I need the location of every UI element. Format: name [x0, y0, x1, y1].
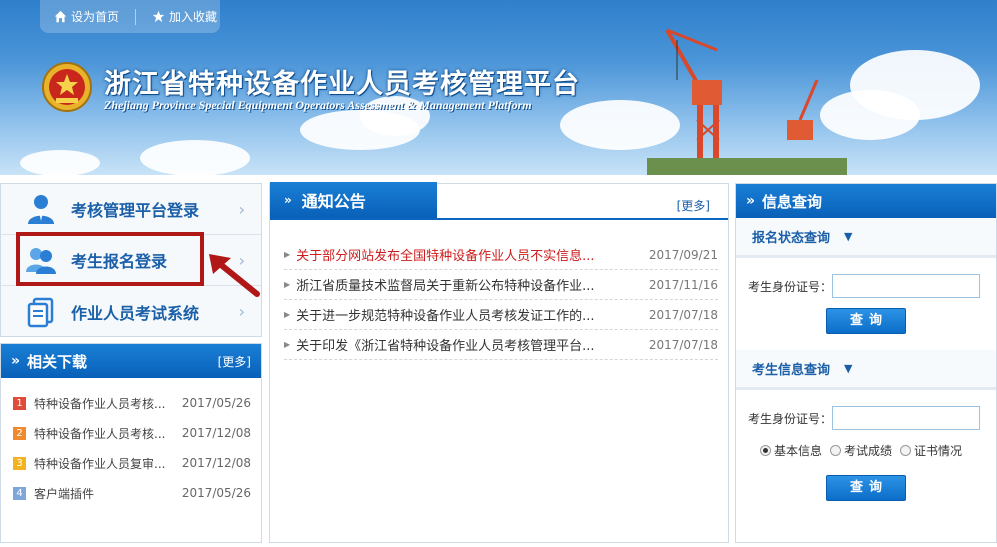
notice-date: 2017/11/16 [648, 277, 718, 292]
radio-label: 考试成绩 [844, 444, 893, 458]
signup-id-label: 考生身份证号： [748, 279, 833, 294]
notices-panel: » 通知公告 [更多] ▶ 关于部分网站发布全国特种设备作业人员不实信息... … [269, 182, 729, 543]
signup-id-row: 考生身份证号： [736, 274, 996, 298]
admin-login-label: 考核管理平台登录 [71, 201, 200, 220]
candidate-info-header[interactable]: 考生信息查询 ▼ [736, 350, 996, 390]
notice-title: 关于进一步规范特种设备作业人员考核发证工作的... [296, 309, 595, 324]
downloads-header: » 相关下载 [更多] [1, 344, 261, 378]
star-icon [152, 10, 165, 23]
info-type-radio-group: 基本信息 考试成绩 证书情况 [736, 442, 996, 459]
list-item[interactable]: 2 特种设备作业人员考核... 2017/12/08 [1, 418, 261, 448]
radio-label: 证书情况 [914, 444, 963, 458]
download-date: 2017/12/08 [181, 426, 251, 440]
rank-badge: 4 [13, 486, 26, 500]
candidate-id-input[interactable] [832, 406, 980, 430]
site-title: 浙江省特种设备作业人员考核管理平台 [104, 69, 580, 100]
list-item[interactable]: 3 特种设备作业人员复审... 2017/12/08 [1, 448, 261, 478]
nav-divider [135, 8, 137, 25]
radio-selected-icon [760, 445, 771, 456]
downloads-panel: » 相关下载 [更多] 1 特种设备作业人员考核... 2017/05/26 2… [0, 343, 262, 543]
radio-certificate[interactable]: 证书情况 [900, 442, 962, 459]
notice-title: 关于印发《浙江省特种设备作业人员考核管理平台... [296, 339, 595, 354]
bookmark-link[interactable]: 加入收藏 [152, 8, 217, 25]
radio-basic-info[interactable]: 基本信息 [760, 442, 822, 459]
query-panel: » 信息查询 报名状态查询 ▼ 考生身份证号： 查询 考生信息查询 ▼ 考生身份… [735, 183, 997, 543]
site-subtitle: Zhejiang Province Special Equipment Oper… [104, 98, 532, 112]
candidate-info-title: 考生信息查询 [752, 363, 831, 378]
list-item[interactable]: 1 特种设备作业人员考核... 2017/05/26 [1, 388, 261, 418]
triangle-bullet-icon: ▶ [284, 280, 291, 289]
port-crane-illustration [647, 28, 847, 175]
national-emblem-logo [42, 62, 92, 112]
downloads-list: 1 特种设备作业人员考核... 2017/05/26 2 特种设备作业人员考核.… [1, 378, 261, 508]
radio-exam-score[interactable]: 考试成绩 [830, 442, 892, 459]
list-item[interactable]: ▶ 关于印发《浙江省特种设备作业人员考核管理平台... 2017/07/18 [284, 330, 718, 360]
header-banner: 设为首页 加入收藏 浙江省特种设备作业人员考核管理平台 Zhejiang Pro… [0, 0, 997, 175]
chevron-right-icon: › [238, 199, 245, 219]
home-icon [54, 10, 67, 23]
downloads-more-link[interactable]: [更多] [218, 353, 251, 370]
notices-list: ▶ 关于部分网站发布全国特种设备作业人员不实信息... 2017/09/21 ▶… [270, 220, 728, 360]
candidate-id-row: 考生身份证号： [736, 406, 996, 430]
set-home-label: 设为首页 [71, 10, 120, 24]
rank-badge: 3 [13, 456, 26, 470]
download-date: 2017/12/08 [181, 456, 251, 470]
signup-status-header[interactable]: 报名状态查询 ▼ [736, 218, 996, 258]
query-header: » 信息查询 [736, 184, 996, 218]
notice-date: 2017/07/18 [648, 307, 718, 322]
notices-more-link[interactable]: [更多] [677, 197, 710, 214]
download-title: 特种设备作业人员考核... [34, 396, 166, 411]
admin-login-button[interactable]: 考核管理平台登录 › [1, 184, 261, 235]
download-date: 2017/05/26 [181, 396, 251, 410]
notices-title: 通知公告 [301, 192, 366, 211]
chevron-down-icon: ▼ [844, 362, 853, 375]
rank-badge: 1 [13, 396, 26, 410]
triangle-bullet-icon: ▶ [284, 250, 291, 259]
annotation-arrow-icon [209, 254, 260, 297]
candidate-query-button[interactable]: 查询 [826, 475, 906, 501]
set-home-link[interactable]: 设为首页 [54, 8, 119, 25]
radio-label: 基本信息 [774, 444, 823, 458]
download-title: 特种设备作业人员考核... [34, 426, 166, 441]
double-chevron-icon: » [284, 193, 292, 207]
list-item[interactable]: ▶ 关于部分网站发布全国特种设备作业人员不实信息... 2017/09/21 [284, 240, 718, 270]
top-nav: 设为首页 加入收藏 [40, 0, 220, 33]
highlight-annotation-box [16, 232, 204, 286]
cloud-decoration [140, 140, 250, 175]
list-item[interactable]: ▶ 关于进一步规范特种设备作业人员考核发证工作的... 2017/07/18 [284, 300, 718, 330]
download-title: 特种设备作业人员复审... [34, 456, 166, 471]
signup-status-title: 报名状态查询 [752, 231, 831, 246]
triangle-bullet-icon: ▶ [284, 340, 291, 349]
notice-date: 2017/07/18 [648, 337, 718, 352]
cloud-decoration [20, 150, 100, 175]
double-chevron-icon: » [11, 353, 21, 369]
bookmark-label: 加入收藏 [169, 10, 218, 24]
download-date: 2017/05/26 [181, 486, 251, 500]
notice-title: 浙江省质量技术监督局关于重新公布特种设备作业... [296, 279, 595, 294]
candidate-id-label: 考生身份证号： [748, 411, 833, 426]
radio-unselected-icon [830, 445, 842, 456]
chevron-down-icon: ▼ [844, 230, 853, 243]
document-icon [27, 297, 54, 327]
notice-title: 关于部分网站发布全国特种设备作业人员不实信息... [296, 249, 595, 264]
notices-header: » 通知公告 [更多] [270, 182, 728, 220]
user-icon [28, 195, 54, 224]
double-chevron-icon: » [746, 193, 756, 209]
query-title: 信息查询 [762, 192, 823, 211]
rank-badge: 2 [13, 426, 26, 440]
signup-query-button[interactable]: 查询 [826, 308, 906, 334]
download-title: 客户端插件 [34, 486, 95, 501]
exam-system-label: 作业人员考试系统 [71, 303, 200, 323]
notice-date: 2017/09/21 [648, 247, 718, 262]
downloads-title: 相关下载 [27, 352, 88, 371]
radio-unselected-icon [900, 445, 912, 456]
list-item[interactable]: ▶ 浙江省质量技术监督局关于重新公布特种设备作业... 2017/11/16 [284, 270, 718, 300]
list-item[interactable]: 4 客户端插件 2017/05/26 [1, 478, 261, 508]
signup-id-input[interactable] [832, 274, 980, 298]
triangle-bullet-icon: ▶ [284, 310, 291, 319]
chevron-right-icon: › [238, 302, 245, 321]
tab-notices[interactable]: » 通知公告 [270, 182, 437, 218]
